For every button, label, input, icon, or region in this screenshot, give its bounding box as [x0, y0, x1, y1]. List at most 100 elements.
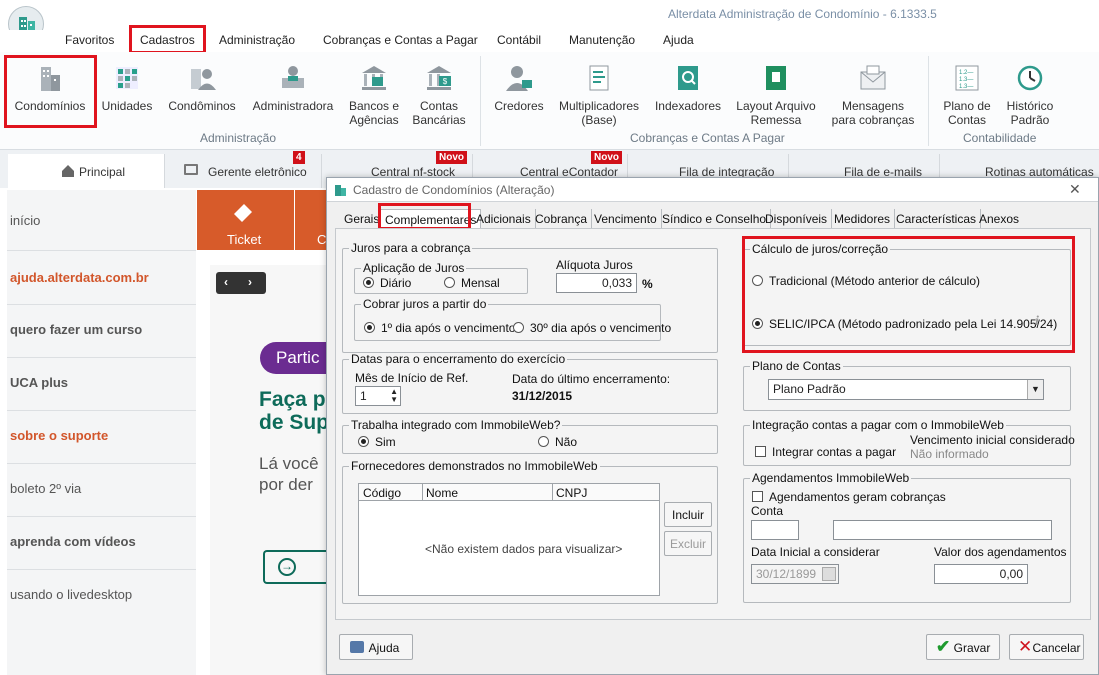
conta-name-input[interactable] [833, 520, 1052, 540]
tab-sindico[interactable]: Síndico e Conselho [658, 209, 772, 228]
calendar-icon[interactable] [822, 567, 836, 581]
aliquota-label: Alíquota Juros [556, 258, 633, 272]
novo-badge-2: Novo [591, 151, 622, 164]
plano-select[interactable]: Plano Padrão ▼ [768, 379, 1044, 400]
ajuda-button[interactable]: Ajuda [339, 634, 413, 660]
spin-arrows-icon[interactable]: ▲ ▼ [390, 388, 398, 404]
menu-manutencao[interactable]: Manutenção [569, 33, 635, 47]
indexadores-label: Indexadores [654, 99, 722, 113]
chevron-left-icon[interactable]: ‹ [224, 275, 228, 289]
diario-radio[interactable] [363, 277, 374, 288]
sidebar-item-curso[interactable]: quero fazer um curso [10, 322, 142, 337]
bancos-button[interactable]: Bancos e Agências [344, 63, 404, 127]
group-contabilidade-label: Contabilidade [963, 131, 1037, 145]
contas-bancarias-button[interactable]: $ Contas Bancárias [409, 63, 469, 127]
administradora-button[interactable]: Administradora [248, 63, 338, 113]
plano-value: Plano Padrão [773, 382, 846, 396]
ultimo-label: Data do último encerramento: [512, 372, 671, 386]
mensal-radio[interactable] [444, 277, 455, 288]
sidebar-item-inicio[interactable]: início [10, 213, 40, 228]
sidebar-item-ajuda[interactable]: ajuda.alterdata.com.br [10, 270, 149, 285]
menu-cobrancas[interactable]: Cobranças e Contas a Pagar [323, 33, 478, 47]
tab-adicionais[interactable]: Adicionais [472, 209, 536, 228]
tab-anexos[interactable]: Anexos [975, 209, 1023, 228]
menu-contabil[interactable]: Contábil [497, 33, 541, 47]
agendamentos-checkbox[interactable] [752, 491, 763, 502]
col-nome[interactable]: Nome [426, 486, 458, 500]
mensal-label: Mensal [461, 276, 500, 290]
close-icon[interactable]: ✕ [1069, 181, 1081, 198]
unidades-button[interactable]: Unidades [98, 63, 156, 113]
trabalha-group: Trabalha integrado com ImmobileWeb? [342, 418, 718, 454]
sidebar-divider [7, 569, 196, 570]
integrar-label: Integrar contas a pagar [772, 445, 897, 459]
ticket-tile[interactable]: Ticket [197, 190, 294, 250]
banner-cta-button[interactable]: → [263, 550, 326, 584]
gravar-button[interactable]: ✔ Gravar [926, 634, 1000, 660]
col-cnpj[interactable]: CNPJ [556, 486, 587, 500]
integrar-checkbox[interactable] [755, 446, 766, 457]
dia1-label: 1º dia após o vencimento [381, 321, 516, 335]
aliquota-input[interactable]: 0,033 [556, 273, 637, 293]
dropdown-arrow-icon[interactable]: ▼ [1027, 380, 1043, 399]
check-icon: ✔ [936, 637, 951, 656]
tab-medidores[interactable]: Medidores [830, 209, 896, 228]
condominos-button[interactable]: Condôminos [164, 63, 240, 113]
plano-contas-button[interactable]: 1.2— 1.3— 1.3— Plano de Contas [938, 63, 996, 127]
highlight-condominios [4, 55, 97, 128]
chevron-right-icon[interactable]: › [248, 275, 252, 289]
layout-label-2: Remessa [750, 113, 802, 127]
tab-disponiveis[interactable]: Disponíveis [761, 209, 833, 228]
dialog-title: Cadastro de Condomínios (Alteração) [353, 183, 555, 197]
tab-principal[interactable]: Principal [8, 154, 165, 188]
plano-label-1: Plano de [943, 99, 991, 113]
plano-label-2: Contas [947, 113, 987, 127]
layout-remessa-button[interactable]: Layout Arquivo Remessa [731, 63, 821, 127]
fornecedores-table[interactable]: Código Nome CNPJ <Não existem dados para… [358, 483, 660, 596]
sidebar-item-suporte[interactable]: sobre o suporte [10, 428, 108, 443]
historico-padrao-button[interactable]: Histórico Padrão [1002, 63, 1058, 127]
dia30-radio[interactable] [513, 322, 524, 333]
mensagens-button[interactable]: Mensagens para cobranças [828, 63, 918, 127]
menu-ajuda[interactable]: Ajuda [663, 33, 694, 47]
credores-button[interactable]: Credores [490, 63, 548, 113]
sidebar-item-uca[interactable]: UCA plus [10, 375, 68, 390]
tab-caracteristicas[interactable]: Características [892, 209, 982, 228]
carousel-nav[interactable]: ‹ › [216, 272, 266, 294]
svg-text:1.3—: 1.3— [959, 77, 973, 83]
menu-administracao[interactable]: Administração [219, 33, 295, 47]
tab-vencimento[interactable]: Vencimento [590, 209, 662, 228]
aplicacao-legend: Aplicação de Juros [363, 261, 465, 275]
tab-gerente-label: Gerente eletrônico [208, 165, 307, 179]
credores-label: Credores [494, 99, 544, 113]
novo-badge-1: Novo [436, 151, 467, 164]
sim-radio[interactable] [358, 436, 369, 447]
valor-input[interactable]: 0,00 [934, 564, 1028, 584]
cadastro-dialog: Cadastro de Condomínios (Alteração) ✕ Ge… [326, 177, 1099, 675]
tile-2[interactable]: C [295, 190, 326, 250]
excluir-button[interactable]: Excluir [664, 531, 712, 556]
agendamentos-label: Agendamentos geram cobranças [769, 490, 946, 504]
msg-label-2: para cobranças [831, 113, 915, 127]
nao-radio[interactable] [538, 436, 549, 447]
integracao-legend: Integração contas a pagar com o Immobile… [752, 418, 1004, 432]
data-inicial-input[interactable]: 30/12/1899 [751, 564, 839, 584]
sidebar-item-livedesktop[interactable]: usando o livedesktop [10, 587, 132, 602]
indexadores-button[interactable]: Indexadores [652, 63, 724, 113]
bank-icon [362, 66, 386, 90]
incluir-button[interactable]: Incluir [664, 502, 712, 527]
sidebar-item-videos[interactable]: aprenda com vídeos [10, 534, 136, 549]
ticket-label: Ticket [227, 232, 262, 247]
cancelar-button[interactable]: ✕ Cancelar [1009, 634, 1084, 660]
tab-cobranca[interactable]: Cobrança [531, 209, 593, 228]
col-codigo[interactable]: Código [363, 486, 401, 500]
dia1-radio[interactable] [364, 322, 375, 333]
sidebar-item-boleto[interactable]: boleto 2º via [10, 481, 81, 496]
multiplicadores-button[interactable]: Multiplicadores (Base) [554, 63, 644, 127]
envelope-icon [860, 65, 886, 90]
mes-stepper[interactable]: 1 ▲ ▼ [355, 386, 401, 406]
mult-label-1: Multiplicadores [558, 99, 640, 113]
menu-favoritos[interactable]: Favoritos [65, 33, 114, 47]
dia30-label: 30º dia após o vencimento [530, 321, 672, 335]
conta-code-input[interactable] [751, 520, 799, 540]
